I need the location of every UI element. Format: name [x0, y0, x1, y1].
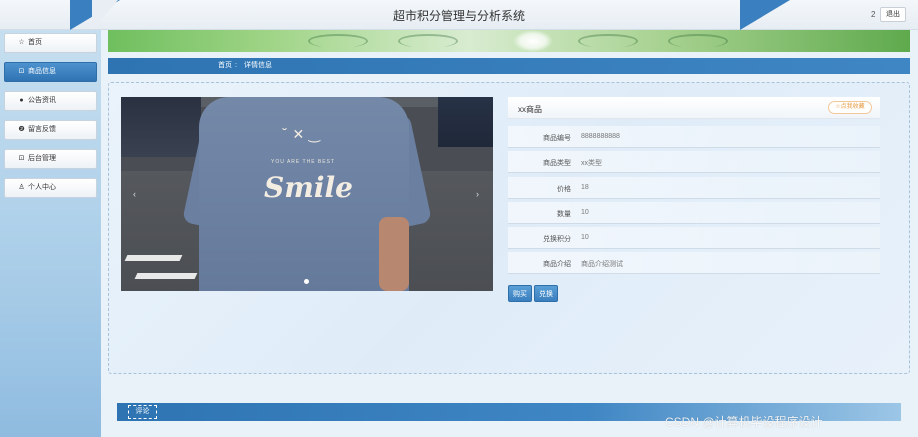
detail-row: 商品类型 xx类型 — [508, 151, 880, 173]
detail-label: 商品介绍 — [543, 261, 571, 268]
sidebar-item-label: 个人中心 — [28, 184, 56, 191]
breadcrumb-home[interactable]: 首页 — [218, 58, 232, 74]
photo-car-right — [438, 97, 493, 147]
sidebar-item-label: 商品信息 — [28, 68, 56, 75]
detail-label: 兑换积分 — [543, 236, 571, 243]
product-name: xx商品 — [518, 105, 542, 114]
detail-label: 数量 — [557, 211, 571, 218]
sidebar-item-goods[interactable]: ⊡ 商品信息 — [4, 62, 97, 82]
banner-cloud — [513, 30, 553, 52]
detail-value: 商品介绍测试 — [581, 261, 623, 268]
sidebar-item-profile[interactable]: ♙ 个人中心 — [4, 178, 97, 198]
detail-value: xx类型 — [581, 160, 602, 167]
breadcrumb: 首页 : 详情信息 — [108, 58, 910, 74]
photo-arm — [379, 217, 409, 291]
app-title: 超市积分管理与分析系统 — [392, 9, 525, 23]
breadcrumb-separator: : — [235, 62, 237, 69]
banner-wave — [578, 34, 638, 48]
watermark: CSDN @计算机毕设程序设计 — [665, 415, 823, 429]
detail-row: 商品介绍 商品介绍测试 — [508, 252, 880, 274]
top-banner-image — [108, 30, 910, 52]
carousel-indicator-dot[interactable] — [304, 279, 309, 284]
buy-button[interactable]: 购买 — [508, 285, 532, 302]
sidebar-item-label: 留言反馈 — [28, 126, 56, 133]
top-header: 超市积分管理与分析系统 2 退出 — [0, 0, 918, 30]
detail-value: 18 — [581, 184, 589, 191]
sidebar-item-label: 公告资讯 — [28, 97, 56, 104]
tab-comments[interactable]: 评论 — [128, 405, 157, 419]
goods-icon: ⊡ — [18, 68, 25, 75]
exchange-button[interactable]: 兑换 — [534, 285, 558, 302]
product-title-row: xx商品 ☆点我收藏 — [508, 97, 880, 119]
banner-wave — [398, 34, 458, 48]
detail-row: 兑换积分 10 — [508, 227, 880, 249]
sidebar-item-label: 后台管理 — [28, 155, 56, 162]
shirt-face-graphic: ˘ ✕ ‿ — [281, 127, 320, 143]
detail-row: 数量 10 — [508, 202, 880, 224]
user-icon: ♙ — [18, 184, 25, 191]
sidebar-item-admin[interactable]: ⊡ 后台管理 — [4, 149, 97, 169]
breadcrumb-current: 详情信息 — [244, 62, 272, 69]
detail-row: 价格 18 — [508, 177, 880, 199]
product-image-carousel[interactable]: ˘ ✕ ‿ YOU ARE THE BEST Smile ‹ › — [121, 97, 493, 291]
detail-value: 8888888888 — [581, 133, 620, 140]
feedback-icon: ❷ — [18, 126, 25, 133]
star-icon: ☆ — [18, 39, 25, 46]
logout-button[interactable]: 退出 — [880, 7, 906, 22]
sidebar-item-notice[interactable]: ● 公告资讯 — [4, 91, 97, 111]
sidebar-item-feedback[interactable]: ❷ 留言反馈 — [4, 120, 97, 140]
detail-row: 商品编号 8888888888 — [508, 126, 880, 148]
sidebar-item-home[interactable]: ☆ 首页 — [4, 33, 97, 53]
banner-wave — [308, 34, 368, 48]
admin-icon: ⊡ — [18, 155, 25, 162]
shirt-tagline: YOU ARE THE BEST — [271, 159, 335, 165]
detail-label: 价格 — [557, 186, 571, 193]
favorite-button[interactable]: ☆点我收藏 — [828, 101, 872, 114]
user-count: 2 — [871, 10, 876, 19]
detail-label: 商品编号 — [543, 135, 571, 142]
banner-wave — [668, 34, 728, 48]
detail-value: 10 — [581, 209, 589, 216]
carousel-next-icon[interactable]: › — [476, 189, 479, 199]
photo-road-stripe — [134, 273, 198, 279]
photo-road-stripe — [124, 255, 183, 261]
sidebar-item-label: 首页 — [28, 39, 42, 46]
shirt-print-text: Smile — [264, 171, 353, 204]
notice-icon: ● — [19, 97, 24, 104]
photo-car-left — [121, 97, 201, 157]
carousel-prev-icon[interactable]: ‹ — [133, 189, 136, 199]
detail-label: 商品类型 — [543, 160, 571, 167]
detail-value: 10 — [581, 234, 589, 241]
